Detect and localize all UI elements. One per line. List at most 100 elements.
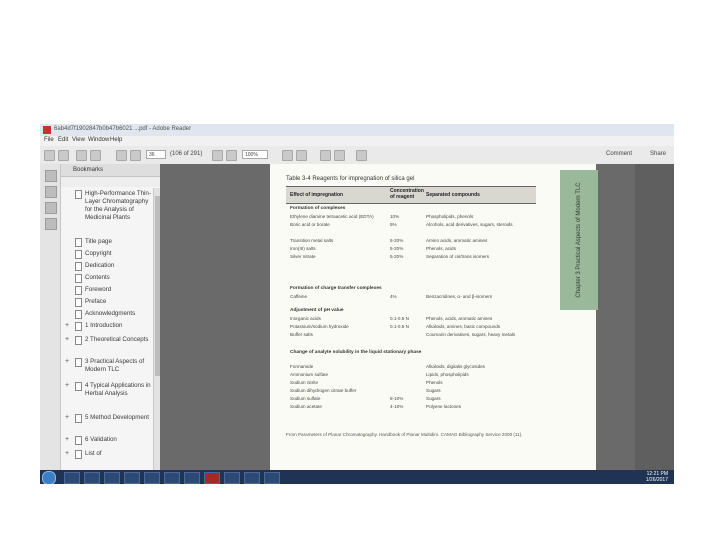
bookmark-label: High-Performance Thin-Layer Chromatograp…: [85, 190, 151, 221]
expand-icon[interactable]: +: [65, 414, 69, 422]
chapter-tab: Chapter 3 Practical Aspects of Modern TL…: [560, 170, 598, 310]
taskbar-app-icon[interactable]: [124, 472, 140, 484]
bookmark-page-icon: [75, 414, 82, 423]
cell-compounds: Amino acids, aromatic amines: [426, 238, 488, 243]
start-button[interactable]: [42, 471, 56, 484]
fit-page-icon[interactable]: [282, 150, 293, 161]
cell-concentration: 0.1-0.5 N: [390, 324, 409, 329]
taskbar-app-icon[interactable]: [224, 472, 240, 484]
highlight-icon[interactable]: [334, 150, 345, 161]
bookmarks-header: Bookmarks: [61, 164, 160, 177]
bookmark-page-icon: [75, 310, 82, 319]
cell-concentration: 10%: [390, 214, 400, 219]
layers-icon[interactable]: [45, 218, 57, 230]
expand-icon[interactable]: +: [65, 382, 69, 390]
header-concentration: Concentration of reagent: [390, 188, 424, 200]
cell-compounds: Alkaloids, amines, basic compounds: [426, 324, 501, 329]
expand-icon[interactable]: +: [65, 450, 69, 458]
bookmark-label: 3 Practical Aspects of Modern TLC: [85, 358, 145, 373]
cell-compounds: Polyene lactones: [426, 404, 461, 409]
cell-compounds: Alkaloids, digitalis glycosides: [426, 364, 485, 369]
cell-reagent: Silver nitrate: [290, 254, 316, 259]
cell-compounds: Phenols: [426, 380, 443, 385]
taskbar-app-icon[interactable]: [104, 472, 120, 484]
menu-window[interactable]: Window: [88, 137, 109, 143]
section-title: Adjustment of pH value: [290, 308, 344, 313]
cell-reagent: Buffer salts: [290, 332, 313, 337]
header-compounds: Separated compounds: [426, 192, 480, 198]
cell-compounds: Phenols, acids, aromatic amines: [426, 316, 493, 321]
bookmark-page-icon: [75, 250, 82, 259]
cell-compounds: Lipids, phospholipids: [426, 372, 469, 377]
menu-file[interactable]: File: [44, 137, 54, 143]
cell-compounds: Phenols, acids: [426, 246, 456, 251]
bookmarks-title: Bookmarks: [73, 167, 104, 173]
document-viewport[interactable]: Chapter 3 Practical Aspects of Modern TL…: [160, 164, 674, 470]
menu-help[interactable]: Help: [110, 137, 122, 143]
table-header: Effect of impregnation Concentration of …: [286, 186, 536, 204]
taskbar-app-icon[interactable]: [164, 472, 180, 484]
create-icon[interactable]: [58, 150, 69, 161]
next-page-icon[interactable]: [130, 150, 141, 161]
cell-concentration: 5%: [390, 222, 397, 227]
cell-reagent: Caffeine: [290, 294, 308, 299]
system-clock[interactable]: 12:21 PM 1/26/2017: [646, 471, 668, 483]
bookmark-label: Dedication: [85, 262, 115, 269]
cell-reagent: Ammonium sulfate: [290, 372, 329, 377]
cell-concentration: 0.1-0.5 N: [390, 316, 409, 321]
email-icon[interactable]: [90, 150, 101, 161]
open-icon[interactable]: [44, 150, 55, 161]
taskbar-app-icon[interactable]: [64, 472, 80, 484]
windows-taskbar: 12:21 PM 1/26/2017: [40, 470, 674, 484]
cell-concentration: 5-20%: [390, 246, 404, 251]
cell-compounds: Alcohols, acid derivatives, sugars, ster…: [426, 222, 513, 227]
expand-icon[interactable]: +: [65, 436, 69, 444]
share-pane-button[interactable]: Share: [650, 151, 666, 157]
chapter-tab-label: Chapter 3 Practical Aspects of Modern TL…: [576, 182, 582, 298]
fit-width-icon[interactable]: [296, 150, 307, 161]
cell-compounds: Phospholipids, phenols: [426, 214, 474, 219]
cell-concentration: 4-10%: [390, 404, 404, 409]
comment-pane-button[interactable]: Comment: [606, 151, 632, 157]
bookmark-label: Copyright: [85, 250, 112, 257]
cell-concentration: 5-20%: [390, 238, 404, 243]
cell-reagent: Sodium sulfate: [290, 396, 321, 401]
pdf-app-icon: [43, 126, 51, 134]
comment-icon[interactable]: [320, 150, 331, 161]
prev-page-icon[interactable]: [116, 150, 127, 161]
print-icon[interactable]: [76, 150, 87, 161]
bookmarks-panel-icon[interactable]: [45, 170, 57, 182]
cell-compounds: Sugars: [426, 388, 441, 393]
zoom-select[interactable]: 100%: [242, 150, 268, 159]
taskbar-app-icon[interactable]: [264, 472, 280, 484]
cell-reagent: Sodium acetate: [290, 404, 322, 409]
menu-edit[interactable]: Edit: [58, 137, 68, 143]
pages-panel-icon[interactable]: [45, 186, 57, 198]
bookmark-label: 6 Validation: [85, 436, 117, 443]
zoom-in-icon[interactable]: [226, 150, 237, 161]
taskbar-app-icon[interactable]: [184, 472, 200, 484]
sign-icon[interactable]: [356, 150, 367, 161]
taskbar-app-icon[interactable]: [144, 472, 160, 484]
toolbar: 36 (106 of 291) 100% Comment Share: [40, 146, 674, 165]
expand-icon[interactable]: +: [65, 336, 69, 344]
bookmark-page-icon: [75, 274, 82, 283]
cell-reagent: Potassium/sodium hydroxide: [290, 324, 349, 329]
taskbar-app-icon[interactable]: [84, 472, 100, 484]
cell-reagent: Inorganic acids: [290, 316, 321, 321]
bookmark-label: Acknowledgments: [85, 310, 136, 317]
zoom-out-icon[interactable]: [212, 150, 223, 161]
page-number-input[interactable]: 36: [146, 150, 166, 159]
expand-icon[interactable]: +: [65, 358, 69, 366]
header-effect: Effect of impregnation: [290, 192, 344, 198]
attachments-icon[interactable]: [45, 202, 57, 214]
bookmark-page-icon: [75, 336, 82, 345]
adobe-reader-taskbar-icon[interactable]: [204, 472, 220, 484]
taskbar-app-icon[interactable]: [244, 472, 260, 484]
bookmarks-options[interactable]: [61, 177, 160, 187]
cell-reagent: Boric acid or borate: [290, 222, 330, 227]
menu-view[interactable]: View: [72, 137, 85, 143]
bookmark-label: 2 Theoretical Concepts: [85, 336, 149, 343]
section-title: Change of analyte solubility in the liqu…: [290, 350, 422, 355]
expand-icon[interactable]: +: [65, 322, 69, 330]
